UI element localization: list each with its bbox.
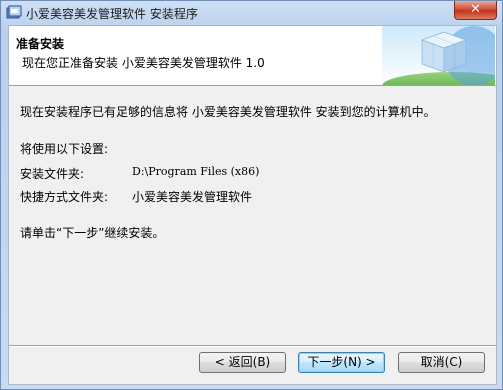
install-folder-label: 安装文件夹:	[20, 167, 85, 181]
intro-text: 现在安装程序已有足够的信息将 小爱美容美发管理软件 安装到您的计算机中。	[20, 105, 436, 119]
title-bar[interactable]: 小爱美容美发管理软件 安装程序 ✕	[1, 1, 502, 25]
installer-app-icon	[6, 5, 22, 19]
install-folder-value: D:\Program Files (x86)	[132, 165, 260, 178]
close-icon: ✕	[470, 2, 481, 17]
page-subtitle: 现在您正准备安装 小爱美容美发管理软件 1.0	[22, 56, 265, 70]
settings-heading: 将使用以下设置:	[20, 142, 109, 156]
shortcut-folder-label: 快捷方式文件夹:	[20, 190, 109, 204]
footer-divider	[9, 345, 496, 347]
window-title: 小爱美容美发管理软件 安装程序	[26, 7, 198, 21]
back-button[interactable]: < 返回(B)	[199, 352, 286, 373]
setup-cube-graphic	[382, 26, 495, 85]
page-title: 准备安装	[16, 37, 65, 51]
next-button[interactable]: 下一步(N) >	[298, 352, 385, 373]
instruction-text: 请单击“下一步”继续安装。	[20, 226, 165, 240]
close-button[interactable]: ✕	[454, 1, 497, 20]
shortcut-folder-value: 小爱美容美发管理软件	[132, 190, 253, 204]
wizard-header: 准备安装 现在您正准备安装 小爱美容美发管理软件 1.0	[9, 26, 496, 86]
cancel-button[interactable]: 取消(C)	[398, 352, 485, 373]
dialog-client-area: 准备安装 现在您正准备安装 小爱美容美发管理软件 1.0 现在安装程序已有足够的…	[8, 25, 497, 385]
installer-window: 小爱美容美发管理软件 安装程序 ✕ 准备安装 现在您正准备安装 小爱美容美发管理…	[0, 0, 503, 390]
